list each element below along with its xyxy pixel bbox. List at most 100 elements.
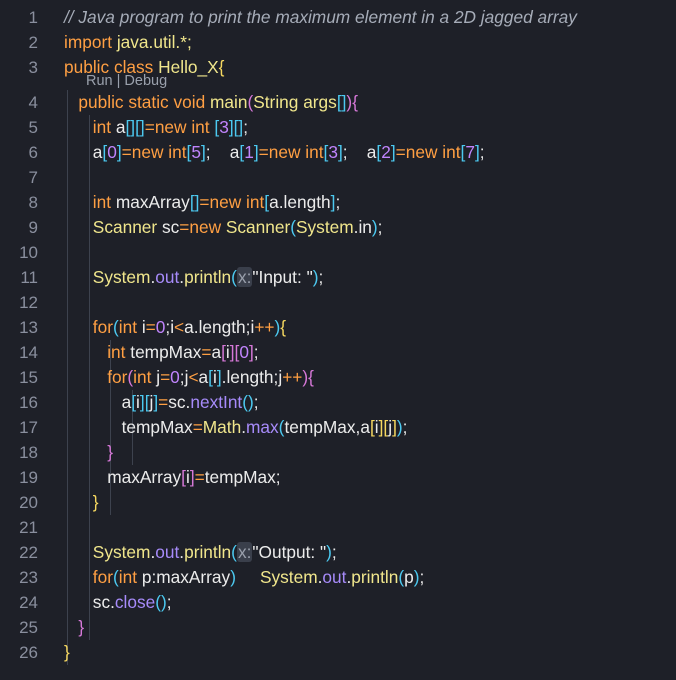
code-token: { [280,317,287,337]
code-token: int [118,317,142,337]
code-token: = [145,317,156,337]
code-token: System [64,267,151,287]
code-token: [] [125,117,136,137]
code-token: 0 [155,317,166,337]
code-line[interactable]: maxArray[i]=tempMax; [64,465,280,490]
code-line[interactable]: public static void main(String args[]){ [64,90,358,115]
code-token: [] [135,117,145,137]
code-token: Scanner [225,217,291,237]
code-line[interactable]: int maxArray[]=new int[a.length]; [64,190,340,215]
line-number: 17 [19,418,38,437]
code-token: Math [202,417,242,437]
code-token: = [395,142,406,162]
code-token: ; [166,592,172,612]
code-token: } [64,492,99,512]
code-token: = [258,142,269,162]
code-token: ++ [282,367,303,387]
line-number: 2 [28,33,38,52]
code-token: maxArray [115,192,190,212]
code-token: for [64,567,113,587]
code-line[interactable]: // Java program to print the maximum ele… [64,5,577,30]
code-line[interactable]: public class Hello_X{ [64,55,224,80]
code-token: () [155,592,167,612]
code-token: ; [479,142,485,162]
code-token: p [141,567,152,587]
code-token: import [64,32,117,52]
code-line[interactable]: } [64,640,70,665]
code-token: System [259,567,318,587]
code-token: java.util.*; [116,32,192,52]
line-number: 19 [19,468,38,487]
code-token: "Input: " [252,267,313,287]
code-area[interactable]: Run | Debug// Java program to print the … [64,0,676,680]
code-token: ; [318,267,324,287]
code-token: a [64,392,132,412]
code-token: close [114,592,156,612]
code-line[interactable]: a[i][j]=sc.nextInt(); [64,390,259,415]
line-number: 12 [19,293,38,312]
line-number: 18 [19,443,38,462]
code-token: tempMax [204,467,276,487]
code-token: 3 [219,117,229,137]
code-token: nextInt [190,392,243,412]
code-token: a [360,417,370,437]
code-line[interactable]: Scanner sc=new Scanner(System.in); [64,215,383,240]
code-token: ; [342,142,367,162]
code-line[interactable]: tempMax=Math.max(tempMax,a[i][j]); [64,415,408,440]
code-line[interactable]: } [64,440,113,465]
code-token: { [218,57,225,77]
code-token: new int [154,117,215,137]
code-token: = [192,417,203,437]
code-token: out [322,567,347,587]
line-number: 7 [28,168,38,187]
code-line[interactable]: } [64,490,99,515]
code-token: a [269,192,279,212]
line-number: 1 [28,8,38,27]
code-token: println [184,267,232,287]
code-token: [] [189,192,200,212]
code-line[interactable]: } [64,615,84,640]
code-token: { [352,92,358,112]
code-token: 0 [170,367,180,387]
code-token: () [242,392,254,412]
code-token: // Java program to print the maximum ele… [64,7,577,27]
code-editor[interactable]: 1 2 3 4 5 6 7 8 9 10 11 12 13 14 15 16 17 18 19 20 21 22 23 24 2… [0,0,676,680]
code-line[interactable]: System.out.println(x:"Input: "); [64,265,323,290]
code-token: int [64,117,116,137]
code-line[interactable]: import java.util.*; [64,30,192,55]
code-line[interactable]: int tempMax=a[i][0]; [64,340,258,365]
code-token: } [64,642,70,662]
code-line[interactable]: for(int j=0;j<a[i].length;j++){ [64,365,314,390]
code-token: = [160,367,171,387]
code-token: int [118,567,142,587]
code-token: [] [336,92,347,112]
code-token: length [198,317,246,337]
line-number: 24 [19,593,38,612]
code-line[interactable]: for(int i=0;i<a.length;i++){ [64,315,286,340]
code-token: for [64,317,113,337]
code-token: Hello_X [158,57,219,77]
code-line[interactable]: System.out.println(x:"Output: "); [64,540,337,565]
line-number-gutter: 1 2 3 4 5 6 7 8 9 10 11 12 13 14 15 16 17 18 19 20 21 22 23 24 2… [0,0,48,680]
code-line[interactable]: for(int p:maxArray) System.out.println(p… [64,565,425,590]
code-token: } [64,617,85,637]
code-line[interactable]: int a[][]=new int [3][]; [64,115,248,140]
code-line[interactable]: sc.close(); [64,590,172,615]
inlay-hint: x: [236,542,253,562]
code-token: a [211,342,222,362]
line-number: 13 [19,318,38,337]
code-token: ; [243,117,249,137]
code-token: tempMax [64,417,193,437]
code-token: ; [253,392,259,412]
code-token: max [246,417,279,437]
line-number: 26 [19,643,38,662]
code-token: new [189,217,226,237]
code-token: int [133,367,157,387]
code-token: maxArray [156,567,231,587]
code-token: = [194,467,205,487]
code-token: 0 [239,342,249,362]
code-token: for [64,367,128,387]
code-token: new int [268,142,324,162]
code-line[interactable]: a[0]=new int[5]; a[1]=new int[3]; a[2]=n… [64,140,485,165]
